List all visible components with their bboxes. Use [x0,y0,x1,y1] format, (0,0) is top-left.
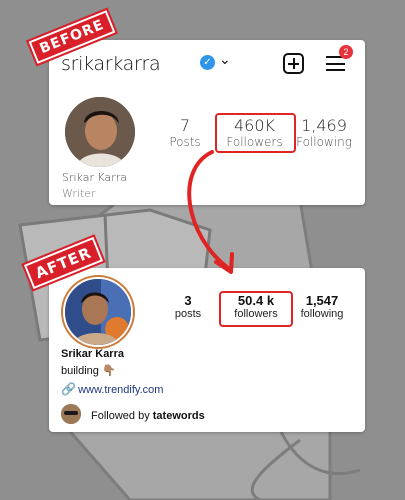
following-stat[interactable]: 1,547 following [293,293,351,320]
profile-link[interactable]: 🔗 www.trendify.com [61,382,163,396]
followers-count: 460K [233,116,276,135]
following-count: 1,469 [301,116,347,135]
followers-stat[interactable]: 50.4 k followers [221,293,291,320]
plus-square-icon[interactable] [283,53,304,74]
profile-role: Writer [62,187,96,200]
posts-stat[interactable]: 3 posts [163,293,213,320]
notification-badge: 2 [339,45,353,59]
profile-bio: building 👇🏽 [61,365,116,377]
followed-by-text[interactable]: Followed by tatewords [91,410,205,422]
following-label: Following [296,135,352,149]
following-count: 1,547 [305,293,339,308]
followers-count: 50.4 k [237,293,275,308]
followers-stat[interactable]: 460K Followers [217,116,292,149]
username[interactable]: srikarkarra [61,53,161,75]
link-icon: 🔗 [61,382,76,396]
before-profile-card: srikarkarra ✓ ⌄ 2 7 Posts 460K Followers… [49,40,365,205]
profile-name: Srikar Karra [62,171,128,184]
followed-by-user[interactable]: tatewords [153,410,205,422]
profile-link-text[interactable]: www.trendify.com [78,384,163,396]
chevron-down-icon[interactable]: ⌄ [219,51,231,68]
posts-count: 3 [184,293,192,308]
posts-label: Posts [169,135,201,149]
posts-label: posts [174,308,202,320]
followed-by-prefix: Followed by [91,410,150,422]
posts-stat[interactable]: 7 Posts [168,116,202,149]
followers-label: followers [234,308,278,320]
follower-avatar[interactable] [61,404,81,424]
verified-badge-icon: ✓ [200,55,215,70]
following-label: following [300,308,344,320]
avatar[interactable] [65,97,135,167]
following-stat[interactable]: 1,469 Following [295,116,353,149]
posts-count: 7 [179,116,191,135]
after-profile-card: 3 posts 50.4 k followers 1,547 following… [49,268,365,432]
followers-label: Followers [226,135,283,149]
profile-name: Srikar Karra [61,348,124,360]
avatar[interactable] [63,277,133,347]
